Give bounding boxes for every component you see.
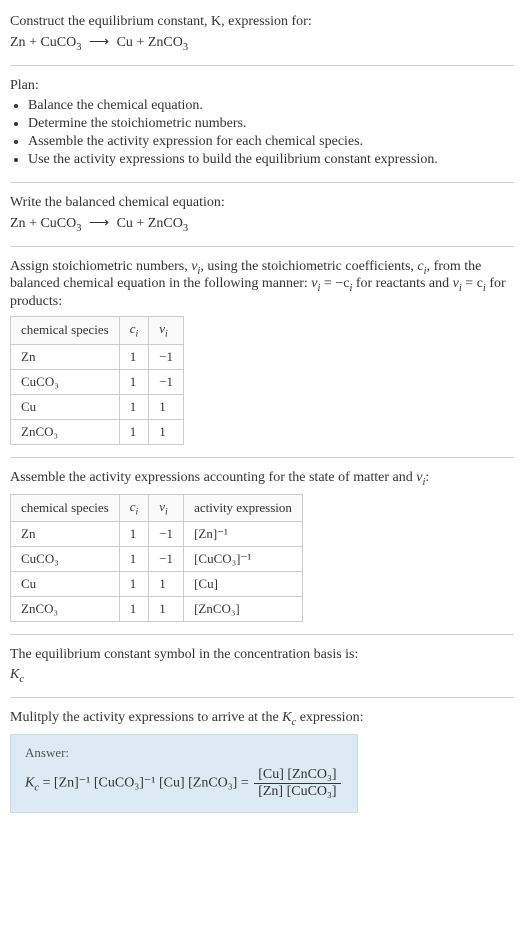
activity-text: Assemble the activity expressions accoun… bbox=[10, 470, 514, 488]
table-cell: 1 bbox=[119, 522, 149, 547]
balanced-heading: Write the balanced chemical equation: bbox=[10, 195, 514, 211]
stoich-text: Assign stoichiometric numbers, νi, using… bbox=[10, 259, 514, 311]
arrow-icon: ⟶ bbox=[89, 215, 109, 232]
divider bbox=[10, 65, 514, 66]
product-znco3: ZnCO3 bbox=[148, 216, 188, 231]
fraction: [Cu] [ZnCO₃] [Zn] [CuCO₃] bbox=[254, 767, 340, 800]
table-cell: ZnCO₃ bbox=[11, 597, 120, 622]
table-header: νi bbox=[149, 317, 184, 345]
plus-icon: + bbox=[136, 216, 147, 231]
kc-symbol: Kc bbox=[10, 667, 514, 685]
table-cell: [ZnCO₃] bbox=[184, 597, 303, 622]
answer-box: Answer: Kc = [Zn]⁻¹ [CuCO₃]⁻¹ [Cu] [ZnCO… bbox=[10, 734, 358, 813]
answer-label: Answer: bbox=[25, 745, 343, 761]
plus-icon: + bbox=[29, 35, 40, 50]
table-cell: ZnCO₃ bbox=[11, 419, 120, 444]
divider bbox=[10, 634, 514, 635]
divider bbox=[10, 697, 514, 698]
intro-equation: Zn + CuCO3 ⟶ Cu + ZnCO3 bbox=[10, 34, 514, 53]
stoich-table: chemical species ci νi Zn 1 −1 CuCO₃ 1 −… bbox=[10, 316, 184, 445]
intro-section: Construct the equilibrium constant, K, e… bbox=[10, 8, 514, 59]
divider bbox=[10, 246, 514, 247]
arrow-icon: ⟶ bbox=[89, 34, 109, 51]
table-cell: CuCO₃ bbox=[11, 369, 120, 394]
answer-equation: Kc = [Zn]⁻¹ [CuCO₃]⁻¹ [Cu] [ZnCO₃] = [Cu… bbox=[25, 767, 343, 800]
table-header-row: chemical species ci νi activity expressi… bbox=[11, 494, 303, 522]
fraction-denominator: [Zn] [CuCO₃] bbox=[254, 783, 340, 800]
table-row: CuCO₃ 1 −1 bbox=[11, 369, 184, 394]
stoich-section: Assign stoichiometric numbers, νi, using… bbox=[10, 253, 514, 451]
table-row: Cu 1 1 bbox=[11, 394, 184, 419]
symbol-text: The equilibrium constant symbol in the c… bbox=[10, 647, 514, 663]
table-cell: 1 bbox=[149, 572, 184, 597]
table-row: CuCO₃ 1 −1 [CuCO₃]⁻¹ bbox=[11, 547, 303, 572]
product-cu: Cu bbox=[117, 216, 133, 231]
table-row: Zn 1 −1 bbox=[11, 344, 184, 369]
table-cell: 1 bbox=[119, 394, 149, 419]
table-cell: CuCO₃ bbox=[11, 547, 120, 572]
reactant-cuco3: CuCO3 bbox=[40, 216, 81, 231]
table-row: ZnCO₃ 1 1 [ZnCO₃] bbox=[11, 597, 303, 622]
table-cell: 1 bbox=[119, 547, 149, 572]
table-cell: 1 bbox=[149, 394, 184, 419]
plan-heading: Plan: bbox=[10, 78, 514, 94]
reactant-cuco3: CuCO3 bbox=[40, 35, 81, 50]
multiply-text: Mulitply the activity expressions to arr… bbox=[10, 710, 514, 728]
divider bbox=[10, 182, 514, 183]
table-cell: Cu bbox=[11, 572, 120, 597]
table-cell: 1 bbox=[119, 369, 149, 394]
table-cell: 1 bbox=[119, 597, 149, 622]
list-item: Use the activity expressions to build th… bbox=[28, 152, 514, 168]
table-header: chemical species bbox=[11, 317, 120, 345]
product-znco3: ZnCO3 bbox=[148, 35, 188, 50]
table-row: Zn 1 −1 [Zn]⁻¹ bbox=[11, 522, 303, 547]
balanced-equation: Zn + CuCO3 ⟶ Cu + ZnCO3 bbox=[10, 215, 514, 234]
plus-icon: + bbox=[29, 216, 40, 231]
intro-text: Construct the equilibrium constant, K, e… bbox=[10, 14, 514, 30]
reactant-zn: Zn bbox=[10, 35, 26, 50]
table-cell: 1 bbox=[119, 419, 149, 444]
table-cell: [Cu] bbox=[184, 572, 303, 597]
table-cell: −1 bbox=[149, 522, 184, 547]
plus-icon: + bbox=[136, 35, 147, 50]
list-item: Determine the stoichiometric numbers. bbox=[28, 116, 514, 132]
table-cell: [CuCO₃]⁻¹ bbox=[184, 547, 303, 572]
fraction-numerator: [Cu] [ZnCO₃] bbox=[254, 767, 340, 783]
table-cell: 1 bbox=[149, 419, 184, 444]
table-cell: −1 bbox=[149, 369, 184, 394]
balanced-section: Write the balanced chemical equation: Zn… bbox=[10, 189, 514, 240]
table-cell: [Zn]⁻¹ bbox=[184, 522, 303, 547]
table-cell: −1 bbox=[149, 344, 184, 369]
plan-section: Plan: Balance the chemical equation. Det… bbox=[10, 72, 514, 176]
table-header: activity expression bbox=[184, 494, 303, 522]
table-cell: −1 bbox=[149, 547, 184, 572]
table-header-row: chemical species ci νi bbox=[11, 317, 184, 345]
activity-section: Assemble the activity expressions accoun… bbox=[10, 464, 514, 628]
table-header: ci bbox=[119, 494, 149, 522]
table-row: ZnCO₃ 1 1 bbox=[11, 419, 184, 444]
plan-list: Balance the chemical equation. Determine… bbox=[10, 98, 514, 168]
table-cell: 1 bbox=[149, 597, 184, 622]
table-row: Cu 1 1 [Cu] bbox=[11, 572, 303, 597]
table-cell: 1 bbox=[119, 344, 149, 369]
table-header: ci bbox=[119, 317, 149, 345]
divider bbox=[10, 457, 514, 458]
table-cell: Zn bbox=[11, 522, 120, 547]
table-header: chemical species bbox=[11, 494, 120, 522]
multiply-section: Mulitply the activity expressions to arr… bbox=[10, 704, 514, 819]
table-header: νi bbox=[149, 494, 184, 522]
product-cu: Cu bbox=[117, 35, 133, 50]
activity-table: chemical species ci νi activity expressi… bbox=[10, 494, 303, 623]
symbol-section: The equilibrium constant symbol in the c… bbox=[10, 641, 514, 691]
table-cell: Cu bbox=[11, 394, 120, 419]
table-cell: Zn bbox=[11, 344, 120, 369]
list-item: Assemble the activity expression for eac… bbox=[28, 134, 514, 150]
reactant-zn: Zn bbox=[10, 216, 26, 231]
list-item: Balance the chemical equation. bbox=[28, 98, 514, 114]
intro-line1: Construct the equilibrium constant, K, e… bbox=[10, 14, 312, 29]
table-cell: 1 bbox=[119, 572, 149, 597]
